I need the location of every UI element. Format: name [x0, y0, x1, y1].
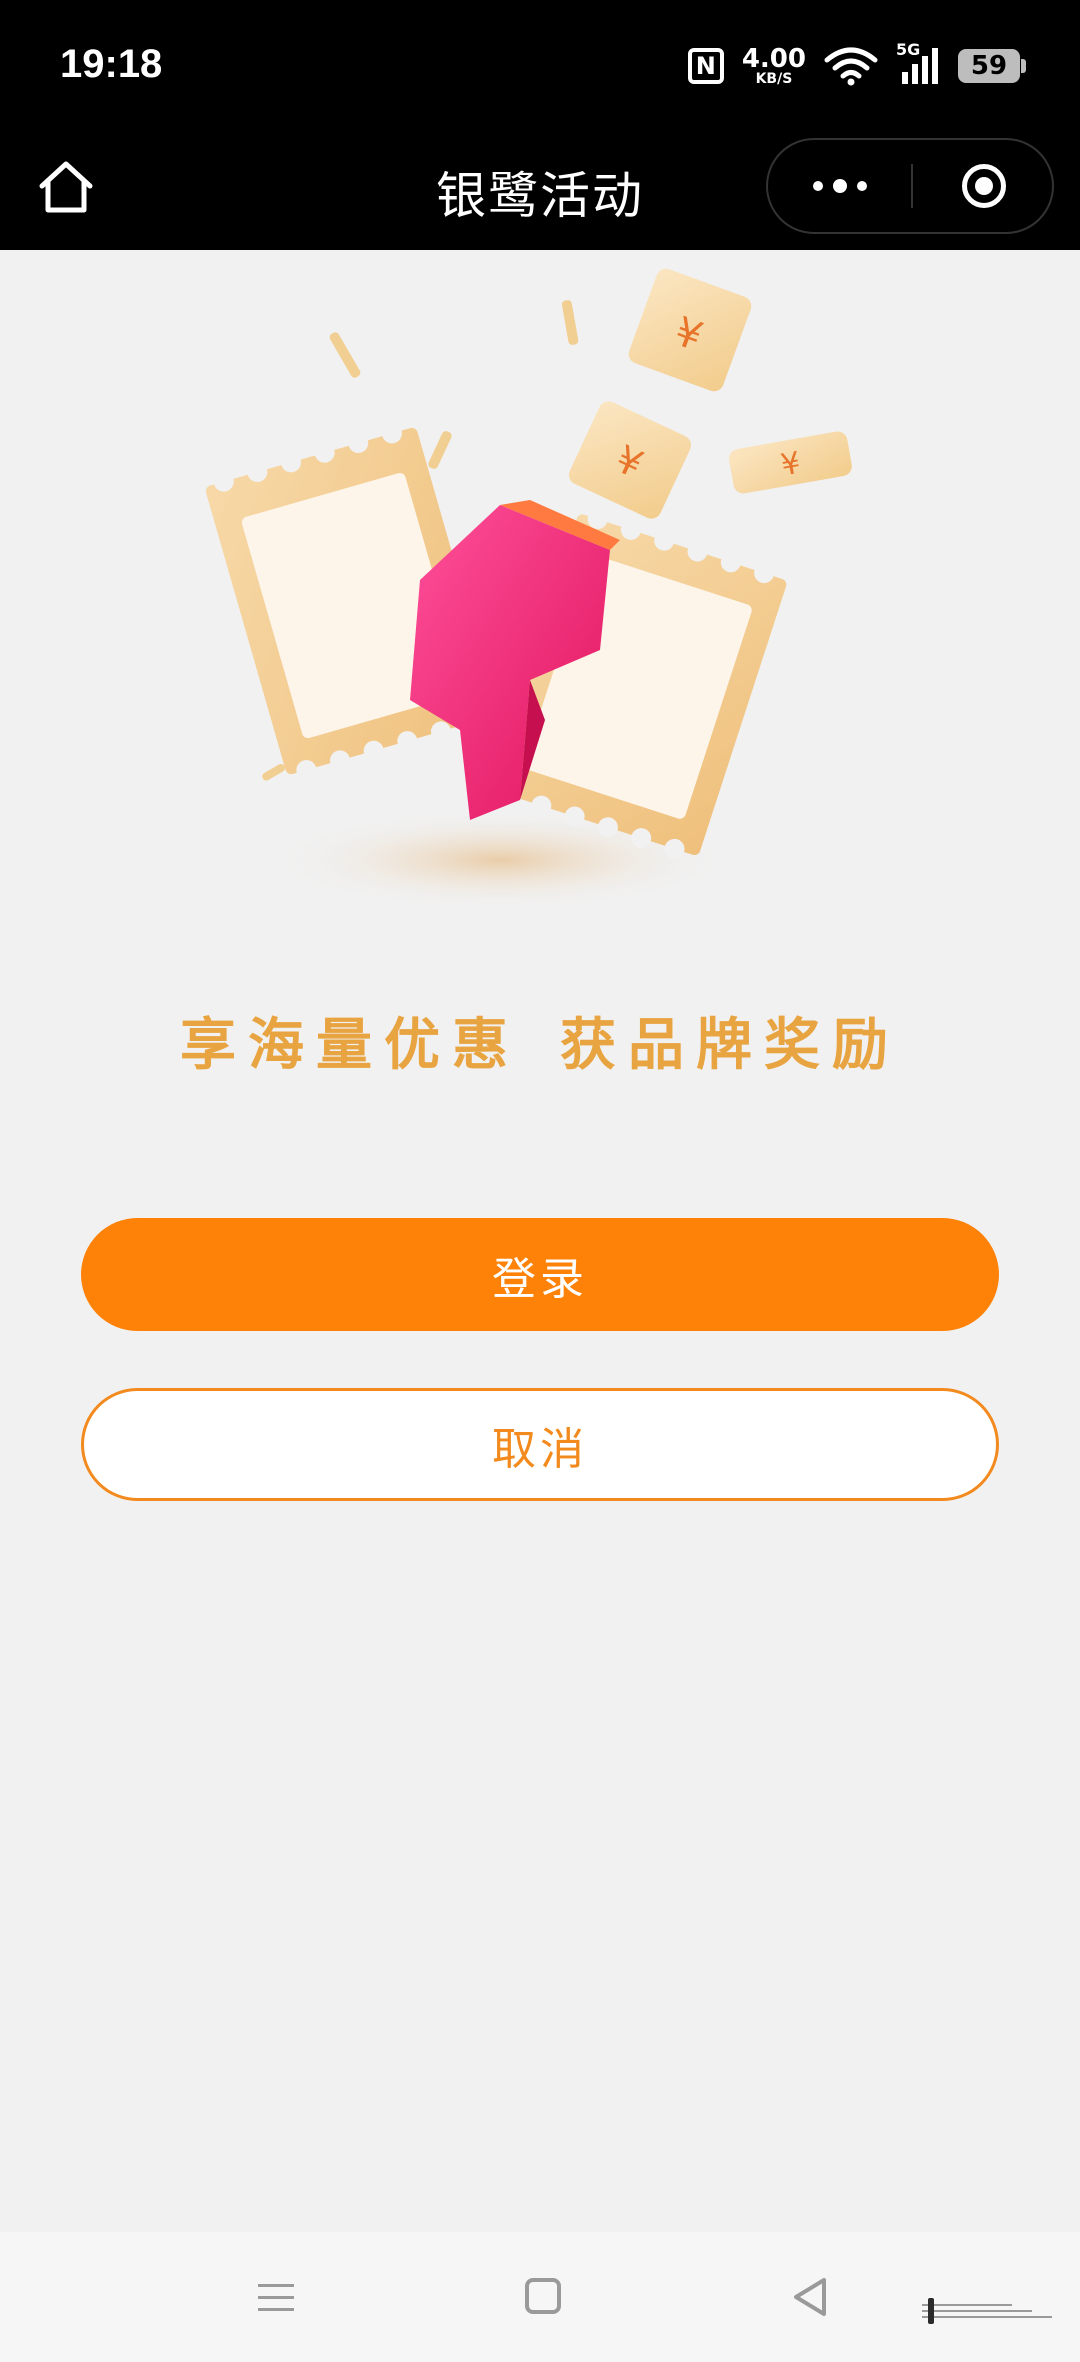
hero-illustration: ¥ ¥ ¥ — [200, 260, 900, 920]
slogan: 享海量优惠 获品牌奖励 — [0, 1000, 1080, 1081]
nav-extra-icon — [920, 2296, 1058, 2326]
cancel-button[interactable]: 取消 — [81, 1388, 999, 1501]
nfc-icon: N — [687, 48, 724, 84]
login-button[interactable]: 登录 — [81, 1218, 999, 1331]
wifi-icon — [824, 46, 878, 86]
net-speed-value: 4.00 — [741, 44, 806, 74]
system-nav-bar — [0, 2232, 1080, 2362]
battery-icon: 59 — [958, 49, 1026, 83]
battery-level: 59 — [970, 51, 1008, 81]
cell-signal-icon: 5G — [896, 40, 940, 86]
mini-program-capsule — [766, 138, 1054, 234]
status-time: 19:18 — [60, 42, 163, 86]
net-speed-indicator: 4.00 KB/S — [742, 46, 806, 86]
nav-menu-button[interactable] — [256, 2278, 296, 2318]
status-bar: 19:18 N 4.00 KB/S 5G 59 — [0, 0, 1080, 128]
close-button[interactable] — [913, 140, 1054, 232]
more-button[interactable] — [768, 140, 911, 232]
target-icon-center — [974, 177, 993, 195]
more-dots-icon — [812, 181, 823, 191]
more-dot-center — [832, 179, 847, 193]
slogan-right: 获品牌奖励 — [560, 1013, 900, 1078]
target-icon — [961, 164, 1006, 208]
signal-label: 5G — [896, 40, 921, 59]
app-header: 银鹭活动 — [0, 128, 1080, 250]
nav-home-button[interactable] — [525, 2278, 561, 2314]
back-triangle-icon — [794, 2278, 826, 2316]
status-icons: N 4.00 KB/S 5G 59 — [687, 40, 1026, 88]
more-dot-right — [856, 181, 867, 191]
slogan-left: 享海量优惠 — [180, 1013, 520, 1078]
nav-back-button[interactable] — [790, 2276, 830, 2318]
menu-icon — [258, 2284, 294, 2311]
net-speed-unit: KB/S — [755, 71, 793, 87]
